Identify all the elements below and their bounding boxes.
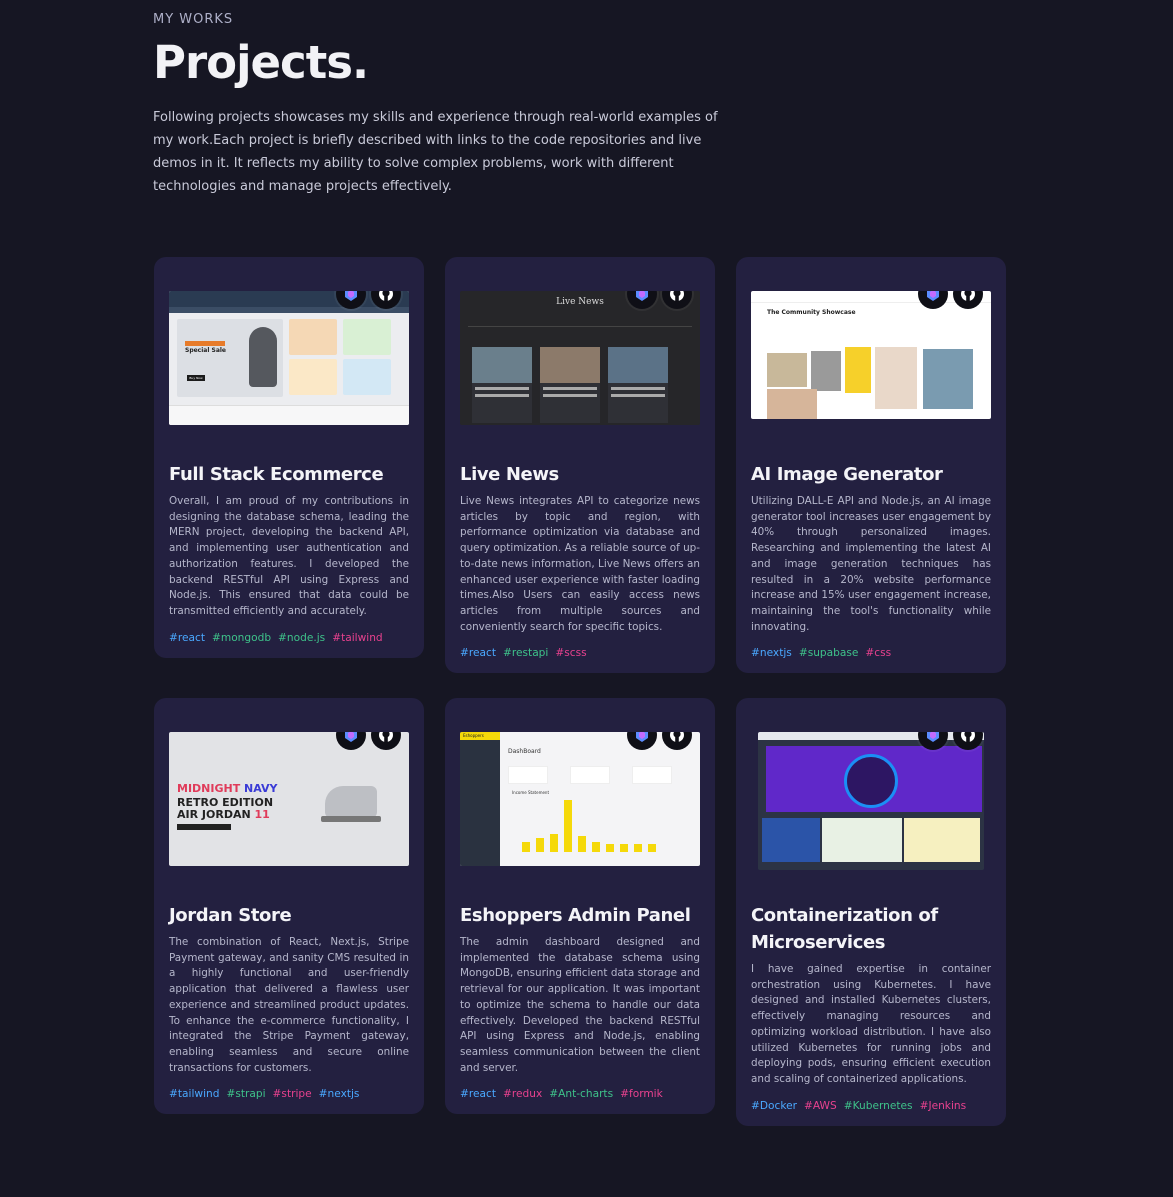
section-title: Projects. [153,36,369,89]
tag: #nextjs [751,647,792,660]
tag: #node.js [278,631,326,644]
project-title: Live News [460,464,559,485]
project-title: Containerization of Microservices [751,905,938,953]
tag: #mongodb [212,631,272,644]
project-card-live-news: Live News Live News Live News integrates… [445,257,715,674]
tag: #restapi [503,647,549,660]
tag: #Jenkins [919,1099,967,1112]
project-title: Full Stack Ecommerce [169,464,384,485]
project-card-ecommerce: Special Sale Buy Now Full Stack Ecommerc… [154,257,424,658]
tag: #redux [503,1088,543,1101]
tag: #Ant-charts [549,1088,614,1101]
project-card-containerization: Containerization of Microservices I have… [736,698,1006,1126]
tag: #formik [620,1088,663,1101]
tag: #css [865,647,892,660]
tag: #stripe [272,1088,312,1101]
project-thumbnail[interactable]: Eshoppers DashBoard Income Statement [460,732,700,866]
project-description: The combination of React, Next.js, Strip… [169,936,409,1074]
tag: #react [460,1088,496,1101]
tag: #react [460,647,496,660]
project-tags: #react #redux #Ant-charts #formik [460,1088,700,1100]
admin-screenshot: Eshoppers DashBoard Income Statement [460,732,700,866]
project-thumbnail[interactable] [758,732,984,870]
ai-screenshot: The Community Showcase [751,291,991,419]
project-tags: #nextjs #supabase #css [751,647,991,659]
project-title: Eshoppers Admin Panel [460,905,691,926]
project-description: Utilizing DALL-E API and Node.js, an AI … [751,495,991,633]
project-title: AI Image Generator [751,464,943,485]
tag: #Docker [751,1099,797,1112]
tag: #nextjs [318,1088,360,1101]
tag: #strapi [226,1088,266,1101]
section-intro: Following projects showcases my skills a… [153,110,718,194]
project-tags: #Docker #AWS #Kubernetes #Jenkins [751,1100,991,1112]
tag: #supabase [798,647,859,660]
project-description: Live News integrates API to categorize n… [460,495,700,633]
tag: #Kubernetes [843,1099,913,1112]
project-card-ai-image: The Community Showcase AI Image Generato… [736,257,1006,674]
project-thumbnail[interactable]: Special Sale Buy Now [169,291,409,425]
jordan-screenshot: MIDNIGHT NAVY RETRO EDITION AIR JORDAN 1… [169,732,409,866]
project-tags: #react #mongodb #node.js #tailwind [169,632,409,644]
project-thumbnail[interactable]: Live News [460,291,700,425]
project-description: I have gained expertise in container orc… [751,963,991,1085]
project-tags: #tailwind #strapi #stripe #nextjs [169,1088,409,1100]
tag: #tailwind [332,631,383,644]
project-tags: #react #restapi #scss [460,647,700,659]
news-screenshot: Live News [460,291,700,425]
tag: #AWS [803,1099,837,1112]
tag: #react [169,631,205,644]
project-thumbnail[interactable]: The Community Showcase [751,291,991,419]
section-subtitle: MY WORKS [153,12,234,27]
tag: #scss [555,647,587,660]
project-thumbnail[interactable]: MIDNIGHT NAVY RETRO EDITION AIR JORDAN 1… [169,732,409,866]
project-card-jordan-store: MIDNIGHT NAVY RETRO EDITION AIR JORDAN 1… [154,698,424,1115]
project-title: Jordan Store [169,905,292,926]
project-card-admin-panel: Eshoppers DashBoard Income Statement Esh… [445,698,715,1115]
ecommerce-screenshot: Special Sale Buy Now [169,291,409,425]
project-description: The admin dashboard designed and impleme… [460,936,700,1074]
tag: #tailwind [169,1088,220,1101]
project-description: Overall, I am proud of my contributions … [169,495,409,617]
microservices-screenshot [758,732,984,870]
